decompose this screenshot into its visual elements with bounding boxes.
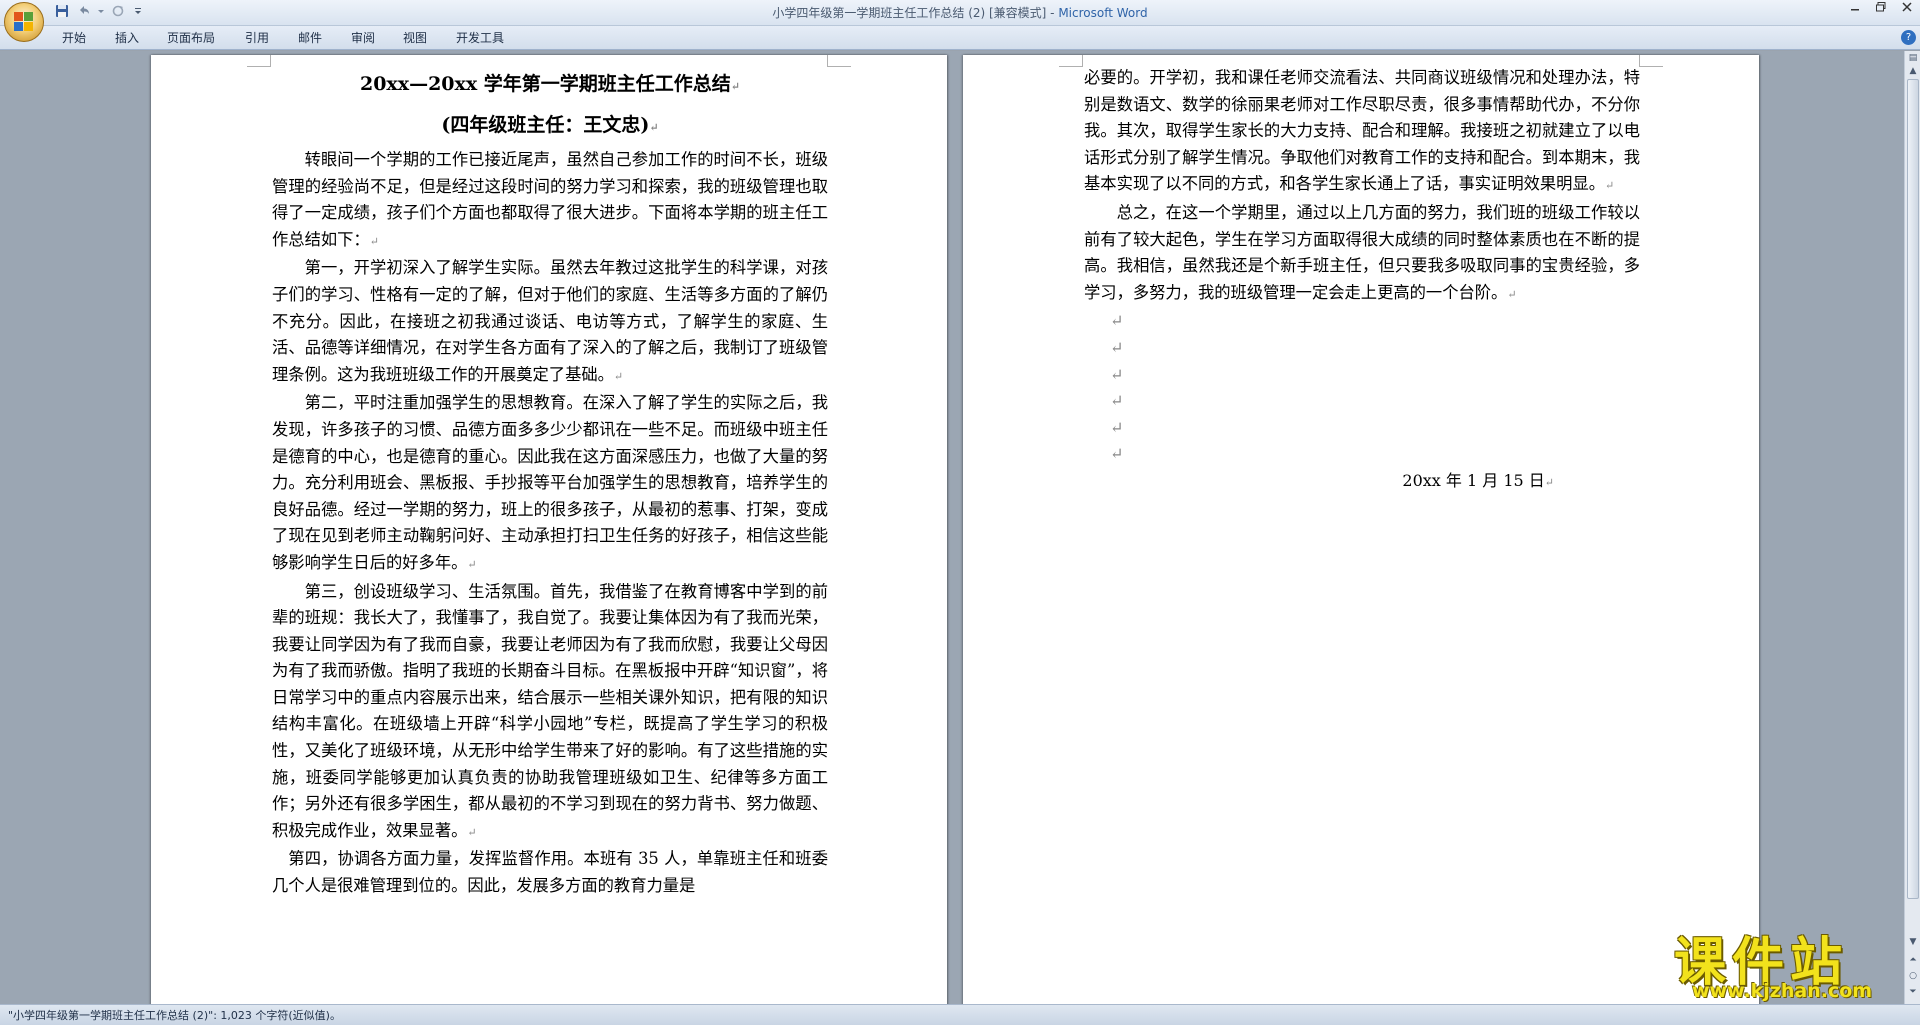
tab-view[interactable]: 视图 (399, 29, 431, 47)
paragraph-fourth-continued: 必要的。开学初，我和课任老师交流看法、共同商议班级情况和处理办法，特别是数语文、… (1084, 68, 1640, 194)
restore-icon[interactable] (1868, 0, 1894, 22)
document-page-1[interactable]: 20xx—20xx 学年第一学期班主任工作总结↵ (四年级班主任：王文忠)↵ 转… (151, 55, 947, 1004)
paragraph-first: 第一，开学初深入了解学生实际。虽然去年教过这批学生的科学课，对孩子们的学习、性格… (272, 258, 828, 384)
crop-mark (247, 55, 271, 67)
watermark-logo: 课件站 www.kjzhan.com (1668, 920, 1904, 1004)
next-page-icon[interactable]: ⏷ (1906, 985, 1920, 1000)
select-browse-object-icon[interactable]: ○ (1906, 969, 1920, 984)
scroll-thumb[interactable] (1907, 79, 1919, 899)
scroll-up-icon[interactable]: ▲ (1906, 64, 1920, 79)
tab-developer[interactable]: 开发工具 (452, 29, 508, 47)
paragraph-intro: 转眼间一个学期的工作已接近尾声，虽然自己参加工作的时间不长，班级管理的经验尚不足… (272, 150, 828, 249)
tab-home[interactable]: 开始 (58, 29, 90, 47)
page-2-content: 必要的。开学初，我和课任老师交流看法、共同商议班级情况和处理办法，特别是数语文、… (1084, 65, 1640, 497)
tab-mailings[interactable]: 邮件 (294, 29, 326, 47)
undo-dropdown-icon[interactable] (96, 4, 106, 22)
empty-paragraph: ↵ (1110, 391, 1124, 411)
window-title: 小学四年级第一学期班主任工作总结 (2) [兼容模式] - Microsoft … (0, 0, 1920, 26)
paragraph-fourth: 第四，协调各方面力量，发挥监督作用。本班有 35 人，单靠班主任和班委几个人是很… (272, 849, 828, 896)
document-page-2[interactable]: 必要的。开学初，我和课任老师交流看法、共同商议班级情况和处理办法，特别是数语文、… (963, 55, 1759, 1004)
minimize-icon[interactable] (1842, 0, 1868, 22)
redo-icon[interactable] (108, 4, 128, 22)
empty-paragraph: ↵ (1110, 444, 1124, 464)
empty-paragraph: ↵ (1110, 337, 1124, 357)
window-title-app: Microsoft Word (1058, 6, 1148, 20)
document-title: 20xx—20xx 学年第一学期班主任工作总结↵ (359, 73, 741, 95)
paragraph-third: 第三，创设班级学习、生活氛围。首先，我借鉴了在教育博客中学到的前辈的班规：我长大… (272, 581, 828, 840)
paragraph-summary: 总之，在这一个学期里，通过以上几方面的努力，我们班的班级工作较以前有了较大起色，… (1084, 202, 1640, 302)
status-bar: "小学四年级第一学期班主任工作总结 (2)": 1,023 个字符(近似值)。 (0, 1004, 1920, 1025)
scroll-down-icon[interactable]: ▼ (1906, 935, 1920, 950)
office-logo-icon (14, 12, 34, 32)
tab-references[interactable]: 引用 (241, 29, 273, 47)
help-icon[interactable]: ? (1901, 30, 1916, 45)
office-button[interactable] (4, 2, 44, 42)
document-subtitle: (四年级班主任：王文忠)↵ (441, 114, 659, 136)
crop-mark (1639, 55, 1663, 67)
crop-mark (827, 55, 851, 67)
tab-insert[interactable]: 插入 (111, 29, 143, 47)
customize-toolbar-icon[interactable] (132, 4, 144, 22)
paragraph-second: 第二，平时注重加强学生的思想教育。在深入了解了学生的实际之后，我发现，许多孩子的… (272, 393, 828, 572)
document-date: 20xx 年 1 月 15 日↵ (1402, 470, 1554, 490)
previous-page-icon[interactable]: ⏶ (1906, 953, 1920, 968)
page-1-content: 20xx—20xx 学年第一学期班主任工作总结↵ (四年级班主任：王文忠)↵ 转… (272, 65, 828, 900)
document-workspace: 20xx—20xx 学年第一学期班主任工作总结↵ (四年级班主任：王文忠)↵ 转… (0, 51, 1904, 1004)
crop-mark (1059, 55, 1083, 67)
empty-paragraph: ↵ (1110, 311, 1124, 331)
undo-icon[interactable] (74, 4, 94, 22)
title-bar: 小学四年级第一学期班主任工作总结 (2) [兼容模式] - Microsoft … (0, 0, 1920, 26)
status-word-count[interactable]: "小学四年级第一学期班主任工作总结 (2)": 1,023 个字符(近似值)。 (8, 1007, 341, 1024)
empty-paragraph: ↵ (1110, 417, 1124, 437)
save-icon[interactable] (52, 4, 72, 22)
ribbon-tabs: 开始 插入 页面布局 引用 邮件 审阅 视图 开发工具 ? (0, 26, 1920, 50)
empty-paragraph: ↵ (1110, 364, 1124, 384)
vertical-scrollbar[interactable]: ▤ ▲ ▼ ⏶ ○ ⏷ (1904, 51, 1920, 1004)
close-icon[interactable] (1894, 0, 1920, 22)
window-title-document: 小学四年级第一学期班主任工作总结 (2) [兼容模式] - (772, 6, 1059, 20)
tab-page-layout[interactable]: 页面布局 (163, 29, 219, 47)
tab-review[interactable]: 审阅 (347, 29, 379, 47)
watermark-url: www.kjzhan.com (1692, 980, 1873, 1002)
